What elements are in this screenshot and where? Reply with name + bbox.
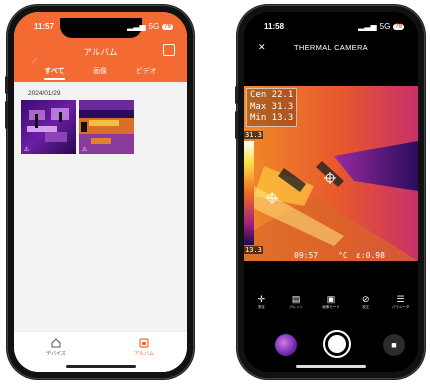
status-right: ▂▃▅ 5G 79 bbox=[358, 22, 404, 31]
album-tabs: すべて 画像 ビデオ bbox=[14, 66, 187, 80]
volume-button bbox=[235, 86, 238, 104]
scale-low: 13.3 bbox=[244, 246, 263, 254]
back-icon[interactable]: ⟋ bbox=[32, 58, 37, 66]
tool-label: 校正 bbox=[362, 305, 370, 309]
svg-text:⚠: ⚠ bbox=[24, 146, 30, 153]
calibrate-icon: ⊘ bbox=[362, 294, 370, 304]
network-label: 5G bbox=[148, 22, 160, 31]
album-thumbnail[interactable]: ⚠ bbox=[21, 100, 76, 154]
thermal-phone: 11:58 ▂▃▅ 5G 79 ✕ THERMAL CAMERA Cen 22.… bbox=[235, 6, 424, 378]
page-title: アルバム bbox=[83, 47, 118, 57]
thermal-view[interactable]: Cen 22.1 Max 31.3 Min 13.3 31.3 13.3 09:… bbox=[244, 86, 418, 261]
tool-measure[interactable]: ✛ 測定 bbox=[247, 294, 275, 318]
status-right: ▂▃▅ 5G 79 bbox=[127, 22, 173, 31]
tool-label: 画像モード bbox=[322, 305, 340, 309]
gallery-thumbnail-button[interactable] bbox=[275, 334, 297, 356]
tool-bar: ✛ 測定 ▤ パレット ▣ 画像モード ⊘ 校正 ☰ パラメータ bbox=[244, 294, 418, 318]
volume-button bbox=[5, 76, 8, 94]
sliders-icon: ☰ bbox=[396, 294, 405, 304]
status-time: 11:57 bbox=[34, 22, 55, 31]
album-screen: 11:57 ▂▃▅ 5G 79 アルバム ⟋ すべて 画像 ビデオ 2024/0… bbox=[14, 12, 187, 372]
network-label: 5G bbox=[379, 22, 391, 31]
thermal-screen: 11:58 ▂▃▅ 5G 79 ✕ THERMAL CAMERA Cen 22.… bbox=[244, 12, 418, 372]
video-camera-icon[interactable]: ■ bbox=[383, 334, 405, 356]
unit-label: °C bbox=[338, 251, 348, 260]
center-temp: Cen 22.1 bbox=[250, 90, 294, 100]
tab-videos[interactable]: ビデオ bbox=[136, 66, 157, 80]
status-time: 11:58 bbox=[264, 22, 285, 31]
tool-image-mode[interactable]: ▣ 画像モード bbox=[317, 294, 345, 318]
volume-button bbox=[5, 101, 8, 129]
temperature-readout: Cen 22.1 Max 31.3 Min 13.3 bbox=[246, 88, 298, 127]
shutter-button[interactable] bbox=[323, 330, 351, 358]
date-group-label: 2024/01/29 bbox=[28, 90, 61, 97]
status-bar: 11:57 ▂▃▅ 5G 79 bbox=[14, 22, 187, 36]
nav-album-label: アルバム bbox=[134, 351, 154, 357]
tool-calibrate[interactable]: ⊘ 校正 bbox=[352, 294, 380, 318]
status-bar: 11:58 ▂▃▅ 5G 79 bbox=[244, 22, 418, 36]
max-temp: Max 31.3 bbox=[250, 101, 294, 112]
svg-text:⚠: ⚠ bbox=[82, 146, 88, 153]
min-temp: Min 13.3 bbox=[250, 113, 294, 123]
edit-icon[interactable] bbox=[163, 44, 175, 56]
signal-icon: ▂▃▅ bbox=[358, 22, 377, 31]
album-icon bbox=[139, 338, 149, 348]
tool-label: 測定 bbox=[257, 305, 265, 309]
battery-badge: 79 bbox=[162, 23, 173, 30]
album-phone: 11:57 ▂▃▅ 5G 79 アルバム ⟋ すべて 画像 ビデオ 2024/0… bbox=[5, 6, 193, 378]
emissivity-label: ε:0.98 bbox=[356, 251, 385, 260]
crosshair-icon: ✛ bbox=[257, 294, 266, 304]
nav-device[interactable]: デバイス bbox=[36, 338, 76, 357]
tool-label: パレット bbox=[289, 305, 304, 309]
shutter-inner bbox=[328, 335, 346, 353]
nav-album[interactable]: アルバム bbox=[124, 338, 164, 357]
tool-label: パラメータ bbox=[391, 305, 410, 309]
palette-icon: ▤ bbox=[291, 294, 301, 304]
tab-images[interactable]: 画像 bbox=[93, 66, 107, 80]
battery-badge: 79 bbox=[393, 23, 404, 30]
tab-all[interactable]: すべて bbox=[44, 66, 65, 80]
album-thumbnail[interactable]: ⚠ bbox=[79, 100, 134, 154]
signal-icon: ▂▃▅ bbox=[127, 22, 146, 31]
volume-button bbox=[235, 111, 238, 139]
scale-high: 31.3 bbox=[244, 131, 263, 139]
page-title: THERMAL CAMERA bbox=[294, 43, 368, 52]
home-icon bbox=[51, 338, 61, 348]
bottom-nav: デバイス アルバム bbox=[14, 331, 187, 372]
timestamp: 09:57 bbox=[294, 251, 319, 260]
tool-palette[interactable]: ▤ パレット bbox=[282, 294, 310, 318]
home-indicator bbox=[65, 365, 136, 368]
home-indicator bbox=[296, 365, 366, 368]
camera-topbar: ✕ THERMAL CAMERA bbox=[244, 40, 418, 56]
nav-device-label: デバイス bbox=[46, 351, 66, 357]
tool-parameters[interactable]: ☰ パラメータ bbox=[387, 294, 415, 318]
image-mode-icon: ▣ bbox=[326, 294, 336, 304]
